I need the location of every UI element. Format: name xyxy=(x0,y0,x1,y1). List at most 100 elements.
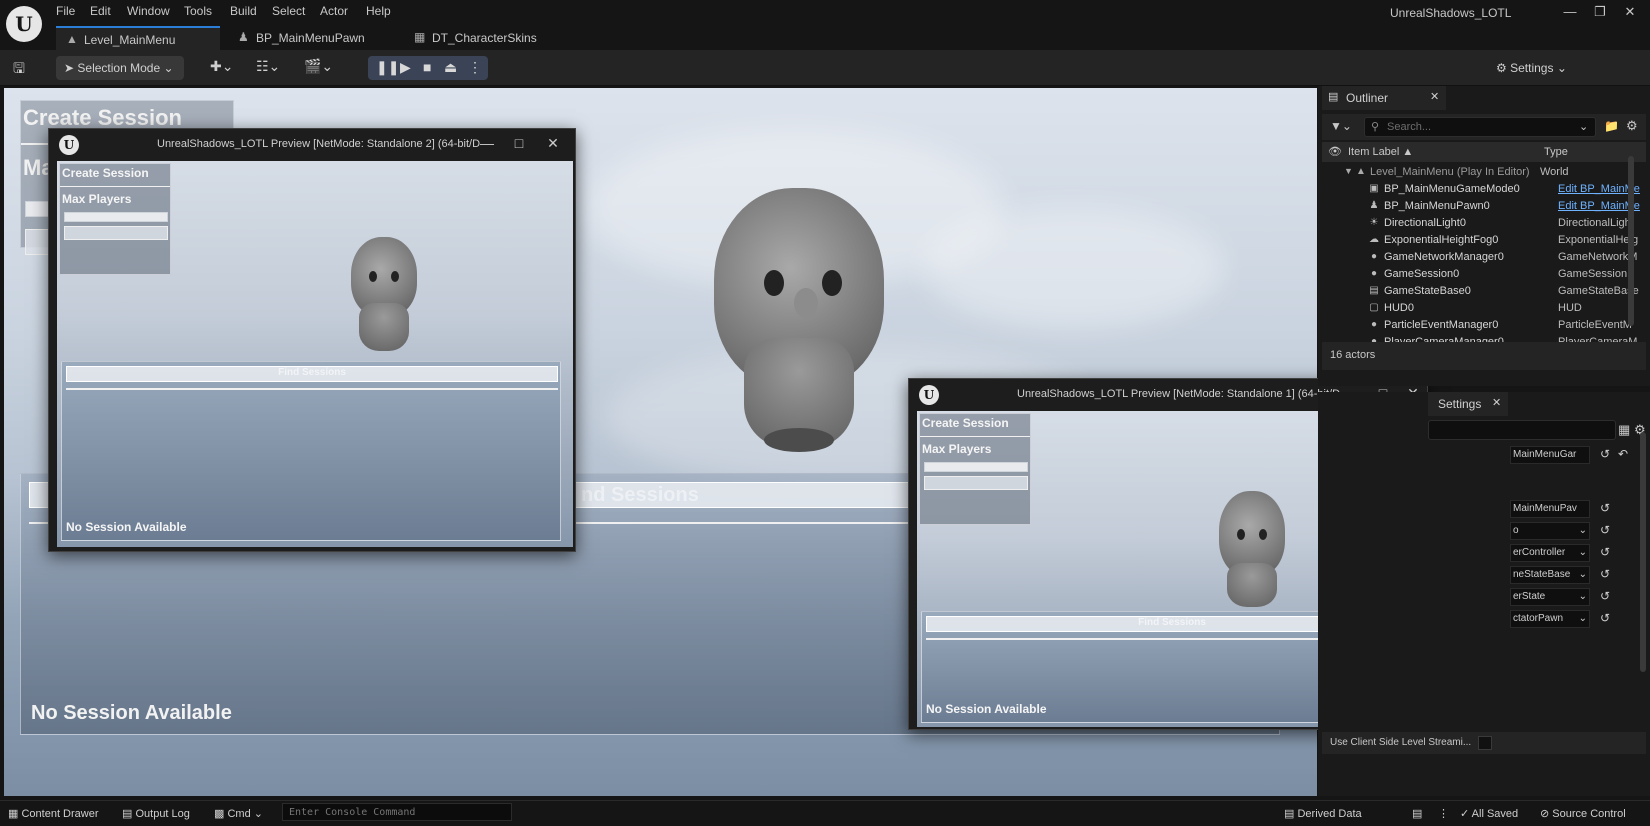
chevron-down-icon[interactable]: ⌄ xyxy=(1579,120,1588,133)
close-icon[interactable]: ✕ xyxy=(543,135,563,152)
browse-icon[interactable]: ↺ xyxy=(1600,589,1610,603)
browse-icon[interactable]: ↺ xyxy=(1600,611,1610,625)
outliner-row-type: GameSession xyxy=(1558,268,1628,280)
add-folder-icon[interactable]: 📁 xyxy=(1604,119,1619,133)
console-command-input[interactable] xyxy=(282,803,512,821)
source-control-button[interactable]: ⊘ Source Control xyxy=(1540,807,1626,820)
cmd-dropdown[interactable]: ▩ Cmd ⌄ xyxy=(214,807,263,820)
add-actor-icon[interactable]: ✚⌄ xyxy=(210,58,233,75)
restore-icon[interactable]: ❐ xyxy=(1585,4,1615,20)
tab-world-settings[interactable]: Settings ✕ xyxy=(1428,392,1508,416)
outliner-scrollbar[interactable] xyxy=(1628,156,1634,326)
outliner-row[interactable]: ♟ BP_MainMenuPawn0 Edit BP_MainMe xyxy=(1318,198,1650,215)
outliner-row[interactable]: ☀ DirectionalLight0 DirectionalLight xyxy=(1318,215,1650,232)
edit-blueprint-link[interactable]: Edit BP_MainMe xyxy=(1558,200,1648,212)
outliner-row[interactable]: ☁ ExponentialHeightFog0 ExponentialHeig xyxy=(1318,232,1650,249)
menu-select[interactable]: Select xyxy=(272,4,305,18)
trace-icon[interactable]: ▤ xyxy=(1412,807,1422,820)
terminal-icon: ▩ xyxy=(214,808,225,820)
menu-edit[interactable]: Edit xyxy=(90,4,111,18)
more-options-icon[interactable]: ⋮ xyxy=(1438,807,1449,820)
content-drawer-button[interactable]: ▦ Content Drawer xyxy=(8,807,99,820)
pie-titlebar[interactable]: U UnrealShadows_LOTL Preview [NetMode: S… xyxy=(49,129,575,161)
tab-bp-mainmenupawn[interactable]: ♟ BP_MainMenuPawn xyxy=(228,26,398,50)
details-scrollbar[interactable] xyxy=(1640,432,1646,672)
details-search-input[interactable] xyxy=(1428,420,1616,440)
menu-actor[interactable]: Actor xyxy=(320,4,348,18)
close-tab-icon[interactable]: ✕ xyxy=(1492,396,1501,409)
selection-mode-dropdown[interactable]: ➤ Selection Mode ⌄ xyxy=(56,56,184,80)
menu-window[interactable]: Window xyxy=(127,4,170,18)
table-view-icon[interactable]: ▦ xyxy=(1618,422,1630,438)
menu-file[interactable]: File xyxy=(56,4,75,18)
all-saved-button[interactable]: ✓ All Saved xyxy=(1460,807,1518,820)
tab-level-mainmenu[interactable]: ▲ Level_MainMenu xyxy=(56,26,220,50)
expand-arrow-icon[interactable]: ▼ xyxy=(1344,166,1353,176)
outliner-search-input[interactable]: ⚲ Search... ⌄ xyxy=(1364,117,1596,137)
unreal-logo-icon[interactable]: U xyxy=(6,6,42,42)
gamestate-class-select[interactable]: neStateBase ⌄ xyxy=(1510,566,1590,584)
visibility-eye-icon[interactable]: 👁 xyxy=(1328,145,1342,158)
pause-icon[interactable]: ❚❚ xyxy=(376,59,399,76)
edit-blueprint-link[interactable]: Edit BP_MainMe xyxy=(1558,183,1648,195)
menu-help[interactable]: Help xyxy=(366,4,391,18)
max-players-field[interactable] xyxy=(64,212,168,222)
create-session-button[interactable] xyxy=(924,476,1028,490)
spectator-class-select[interactable]: ctatorPawn ⌄ xyxy=(1510,610,1590,628)
outliner-root-row[interactable]: ▼ ▲ Level_MainMenu (Play In Editor) Worl… xyxy=(1318,164,1650,181)
step-icon[interactable]: ▶ xyxy=(400,59,411,76)
blueprint-icon[interactable]: ☷⌄ xyxy=(256,58,280,75)
outliner-row[interactable]: ▢ HUD0 HUD xyxy=(1318,300,1650,317)
pie-game-view[interactable]: Create Session Max Players Find Sessions… xyxy=(57,161,573,547)
stop-icon[interactable]: ■ xyxy=(423,59,431,75)
controller-class-select[interactable]: erController ⌄ xyxy=(1510,544,1590,562)
outliner-row[interactable]: ● GameNetworkManager0 GameNetworkM xyxy=(1318,249,1650,266)
no-session-label: No Session Available xyxy=(31,702,232,724)
character-eye xyxy=(764,270,784,296)
reset-icon[interactable]: ↶ xyxy=(1618,447,1628,461)
close-icon[interactable]: ✕ xyxy=(1615,4,1645,20)
maximize-icon[interactable]: □ xyxy=(509,135,529,151)
playerstate-class-select[interactable]: erState ⌄ xyxy=(1510,588,1590,606)
create-session-button[interactable] xyxy=(64,226,168,240)
client-streaming-checkbox[interactable] xyxy=(1478,736,1492,750)
close-tab-icon[interactable]: ✕ xyxy=(1430,90,1439,103)
browse-icon[interactable]: ↺ xyxy=(1600,567,1610,581)
menu-build[interactable]: Build xyxy=(230,4,257,18)
database-icon: ▤ xyxy=(1284,808,1295,820)
derived-data-button[interactable]: ▤ Derived Data xyxy=(1284,807,1362,820)
tab-dt-characterskins[interactable]: ▦ DT_CharacterSkins xyxy=(404,26,574,50)
settings-button[interactable]: ⚙ Settings ⌄ xyxy=(1488,56,1638,80)
cinematics-icon[interactable]: 🎬⌄ xyxy=(304,58,333,75)
outliner-row[interactable]: ▤ GameStateBase0 GameStateBase xyxy=(1318,283,1650,300)
filter-icon[interactable]: ▼⌄ xyxy=(1330,119,1352,133)
output-log-button[interactable]: ▤ Output Log xyxy=(122,807,190,820)
save-icon[interactable]: 🖫 xyxy=(13,58,25,82)
browse-icon[interactable]: ↺ xyxy=(1600,447,1610,461)
pawn-class-select[interactable]: MainMenuPav xyxy=(1510,500,1590,518)
gear-icon[interactable]: ⚙ xyxy=(1626,118,1638,134)
browse-icon[interactable]: ↺ xyxy=(1600,545,1610,559)
pie-preview-window-standalone-2[interactable]: U UnrealShadows_LOTL Preview [NetMode: S… xyxy=(48,128,576,552)
minimize-icon[interactable]: — xyxy=(477,135,497,151)
outliner-row[interactable]: ▣ BP_MainMenuGameMode0 Edit BP_MainMe xyxy=(1318,181,1650,198)
minimize-icon[interactable]: — xyxy=(1555,4,1585,19)
outliner-row-label: ParticleEventManager0 xyxy=(1384,319,1499,331)
max-players-field[interactable] xyxy=(924,462,1028,472)
gamemode-class-select[interactable]: MainMenuGar xyxy=(1510,446,1590,464)
tab-outliner[interactable]: ▤ Outliner ✕ xyxy=(1322,86,1446,110)
title-bar: U File Edit Window Tools Build Select Ac… xyxy=(0,0,1650,50)
pawn-icon: ♟ xyxy=(238,30,249,44)
menu-tools[interactable]: Tools xyxy=(184,4,212,18)
column-item-label[interactable]: Item Label ▲ xyxy=(1348,146,1413,158)
more-options-icon[interactable]: ⋮ xyxy=(468,59,482,76)
outliner-row[interactable]: ● GameSession0 GameSession xyxy=(1318,266,1650,283)
column-type[interactable]: Type xyxy=(1544,146,1568,158)
eject-icon[interactable]: ⏏ xyxy=(444,59,457,76)
outliner-row[interactable]: ● ParticleEventManager0 ParticleEventM xyxy=(1318,317,1650,334)
browse-icon[interactable]: ↺ xyxy=(1600,523,1610,537)
find-sessions-button[interactable]: Find Sessions xyxy=(66,366,558,382)
hud-class-select[interactable]: o ⌄ xyxy=(1510,522,1590,540)
browse-icon[interactable]: ↺ xyxy=(1600,501,1610,515)
find-sessions-label: Find Sessions xyxy=(278,367,346,378)
